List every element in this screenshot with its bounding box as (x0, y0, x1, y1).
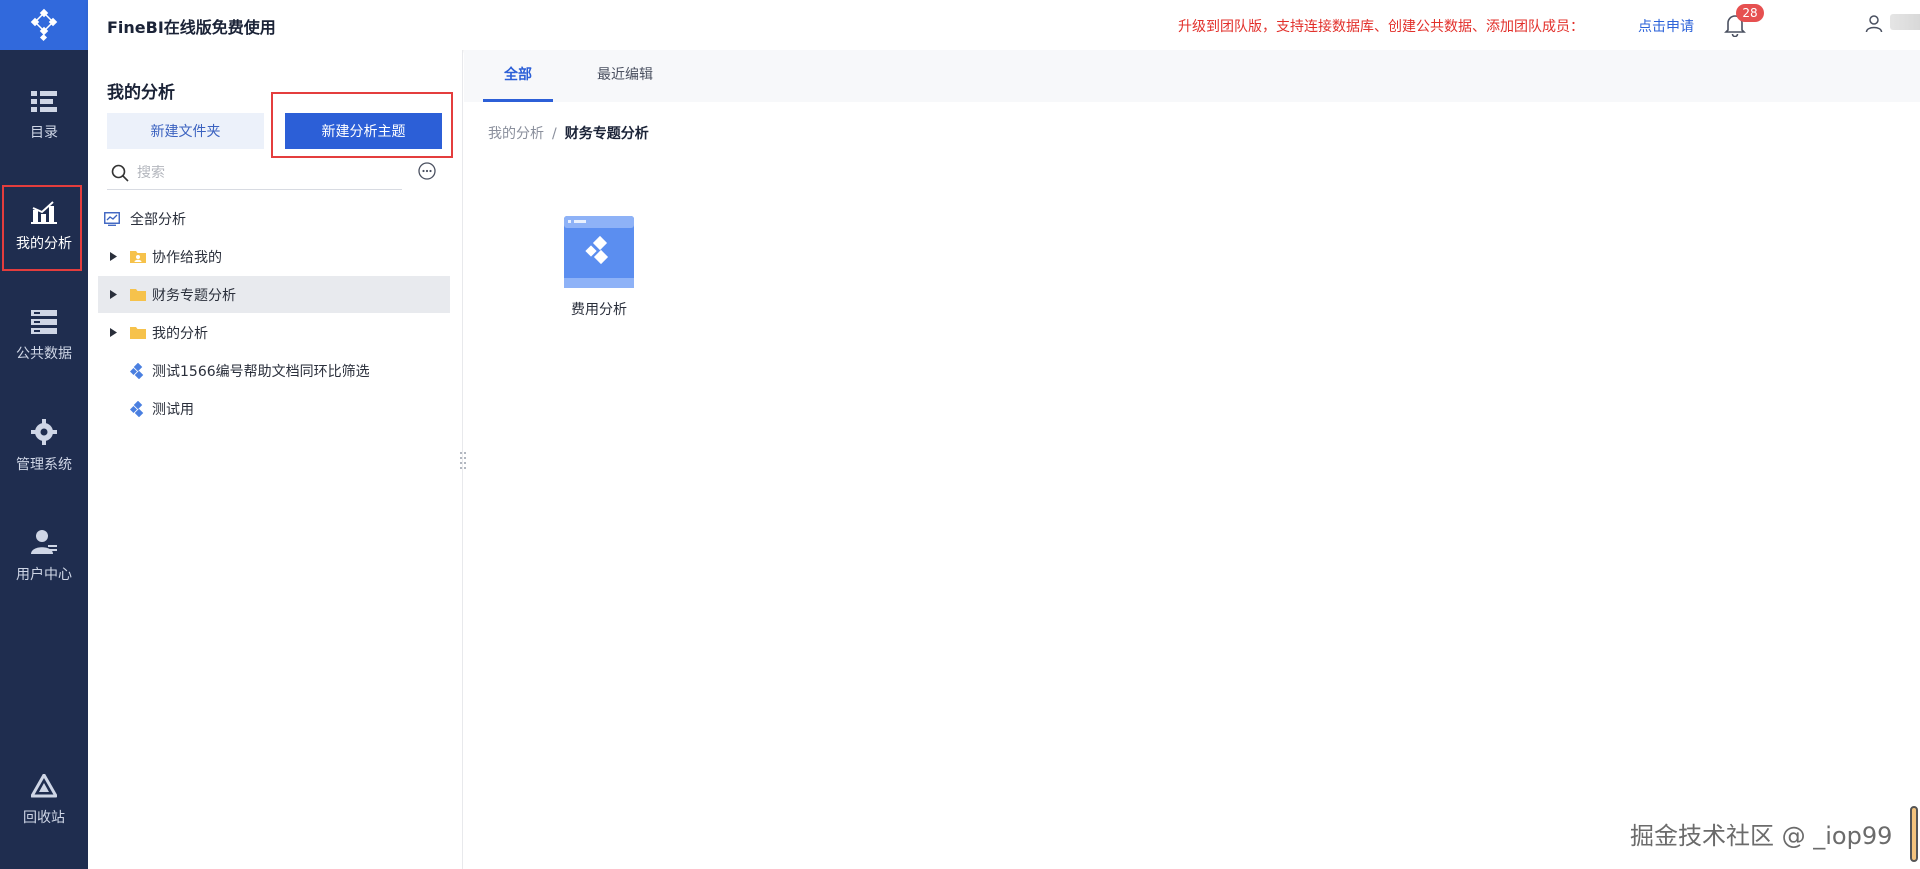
nav-label: 用户中心 (16, 566, 72, 583)
nav-label: 回收站 (23, 809, 65, 826)
tree-item-finance-analysis[interactable]: 财务专题分析 (98, 276, 450, 313)
more-options-icon[interactable] (418, 162, 436, 180)
folder-icon (130, 326, 146, 339)
tree-item-label: 全部分析 (130, 211, 186, 228)
search-icon (111, 164, 129, 182)
tree-item-all-analysis[interactable]: 全部分析 (98, 200, 450, 237)
upgrade-promo-text: 升级到团队版，支持连接数据库、创建公共数据、添加团队成员： (1178, 19, 1584, 35)
card-label: 费用分析 (571, 302, 627, 318)
tree-item-subject-test-1566[interactable]: 测试1566编号帮助文档同环比筛选 (98, 352, 450, 389)
tree-item-label: 测试用 (152, 401, 194, 418)
panel-title: 我的分析 (107, 83, 175, 103)
breadcrumb-current: 财务专题分析 (564, 126, 649, 142)
subject-icon (130, 362, 146, 379)
tree-item-shared-with-me[interactable]: 协作给我的 (98, 238, 450, 275)
tree-item-my-analysis[interactable]: 我的分析 (98, 314, 450, 351)
tree-item-label: 财务专题分析 (152, 287, 236, 304)
nav-item-recycle-bin[interactable]: 回收站 (0, 758, 88, 842)
chart-monitor-icon (104, 211, 120, 226)
breadcrumb-root[interactable]: 我的分析 (488, 126, 544, 142)
tab-recently-edited[interactable]: 最近编辑 (580, 50, 670, 102)
expand-arrow-icon[interactable] (110, 290, 120, 299)
notification-badge: 28 (1736, 4, 1764, 22)
watermark-text: 掘金技术社区 @ _iop99 (1630, 822, 1893, 850)
tab-all[interactable]: 全部 (483, 50, 553, 102)
new-analysis-subject-button[interactable]: 新建分析主题 (285, 113, 442, 149)
nav-label: 我的分析 (16, 235, 72, 252)
nav-label: 公共数据 (16, 345, 72, 362)
user-center-icon (31, 529, 57, 554)
nav-item-user-center[interactable]: 用户中心 (0, 514, 88, 598)
subject-icon (130, 400, 146, 417)
tree-item-label: 测试1566编号帮助文档同环比筛选 (152, 363, 370, 380)
nav-item-public-data[interactable]: 公共数据 (0, 294, 88, 378)
logo-icon (30, 8, 58, 42)
analysis-side-panel: 我的分析 新建文件夹 新建分析主题 全部分析 协作给我的 财务专题分析 (88, 50, 463, 869)
nav-label: 管理系统 (16, 456, 72, 473)
nav-item-catalog[interactable]: 目录 (0, 74, 88, 158)
gear-icon (31, 418, 57, 445)
tab-bar: 全部 最近编辑 (464, 50, 1920, 102)
search-input[interactable] (137, 164, 387, 181)
analysis-subject-icon (564, 216, 634, 288)
breadcrumb-separator: / (552, 126, 557, 142)
analysis-icon (31, 200, 57, 224)
username-redacted[interactable] (1890, 14, 1920, 30)
tree-item-label: 我的分析 (152, 325, 208, 342)
main-content: 全部 最近编辑 我的分析 / 财务专题分析 费用分析 (464, 50, 1920, 869)
app-title: FineBI在线版免费使用 (107, 18, 276, 37)
shared-folder-icon (130, 250, 146, 263)
nav-label: 目录 (30, 124, 58, 141)
recycle-icon (31, 773, 57, 797)
tree-item-label: 协作给我的 (152, 249, 222, 266)
app-logo[interactable] (0, 0, 88, 50)
folder-icon (130, 288, 146, 301)
nav-item-my-analysis[interactable]: 我的分析 (0, 184, 88, 271)
scroll-indicator[interactable] (1910, 806, 1918, 862)
left-navigation: 目录 我的分析 公共数据 管理系统 用户中心 回收站 (0, 0, 88, 869)
apply-link[interactable]: 点击申请 (1638, 16, 1694, 36)
top-bar: FineBI在线版免费使用 升级到团队版，支持连接数据库、创建公共数据、添加团队… (88, 0, 1920, 50)
user-icon[interactable] (1865, 15, 1883, 33)
analysis-subject-card[interactable]: 费用分析 (554, 216, 644, 319)
nav-item-management[interactable]: 管理系统 (0, 404, 88, 488)
database-icon (31, 309, 57, 334)
breadcrumb: 我的分析 / 财务专题分析 (488, 123, 649, 143)
search-box (107, 156, 402, 190)
new-folder-button[interactable]: 新建文件夹 (107, 113, 264, 149)
tree-item-subject-test[interactable]: 测试用 (98, 390, 450, 427)
expand-arrow-icon[interactable] (110, 328, 120, 337)
catalog-icon (31, 90, 57, 112)
expand-arrow-icon[interactable] (110, 252, 120, 261)
